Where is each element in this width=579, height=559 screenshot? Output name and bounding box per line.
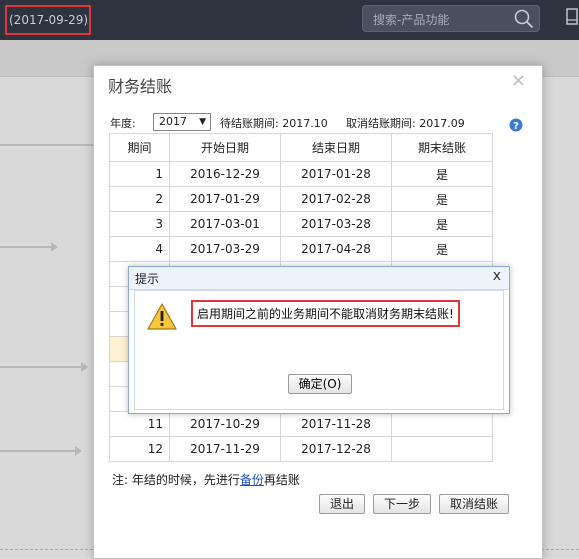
cell-start: 2016-12-29 <box>169 161 281 187</box>
cell-closed: 是 <box>391 186 493 212</box>
close-icon[interactable]: × <box>511 70 526 91</box>
search-icon[interactable] <box>514 9 534 32</box>
cell-closed: 是 <box>391 161 493 187</box>
device-icon[interactable] <box>566 8 578 33</box>
note-suffix: 再结账 <box>263 473 300 487</box>
cell-period: 3 <box>109 211 170 237</box>
col-header-end: 结束日期 <box>280 133 392 162</box>
cell-end: 2017-04-28 <box>280 236 392 262</box>
cell-end: 2017-12-28 <box>280 436 392 462</box>
current-date-text: (2017-09-29) <box>5 5 91 35</box>
cell-start: 2017-01-29 <box>169 186 281 212</box>
cell-period: 11 <box>109 411 170 437</box>
cell-start: 2017-03-29 <box>169 236 281 262</box>
table-row[interactable]: 11 2017-10-29 2017-11-28 <box>109 411 493 437</box>
alert-body: 启用期间之前的业务期间不能取消财务期末结账! 确定(O) <box>134 290 504 410</box>
cell-start: 2017-03-01 <box>169 211 281 237</box>
alert-dialog: 提示 x 启用期间之前的业务期间不能取消财务期末结账! 确定(O) <box>128 266 510 414</box>
year-value: 2017 <box>159 115 187 128</box>
cell-end: 2017-03-28 <box>280 211 392 237</box>
cell-closed: 是 <box>391 211 493 237</box>
dialog-title: 财务结账 <box>108 77 173 96</box>
note-prefix: 注: 年结的时候，先进行 <box>112 473 240 487</box>
table-header-row: 期间 开始日期 结束日期 期末结账 <box>109 133 493 162</box>
cell-end: 2017-02-28 <box>280 186 392 212</box>
table-row[interactable]: 4 2017-03-29 2017-04-28 是 <box>109 236 493 262</box>
alert-message: 启用期间之前的业务期间不能取消财务期末结账! <box>191 300 460 327</box>
col-header-closed: 期末结账 <box>391 133 493 162</box>
col-header-start: 开始日期 <box>169 133 281 162</box>
search-input[interactable] <box>371 9 515 30</box>
backup-link[interactable]: 备份 <box>240 473 264 487</box>
cell-closed <box>391 411 493 437</box>
backup-note: 注: 年结的时候，先进行备份再结账 <box>112 471 300 488</box>
alert-header: 提示 x <box>129 267 509 290</box>
cancel-period: 取消结账期间: 2017.09 <box>346 117 465 130</box>
cell-period: 4 <box>109 236 170 262</box>
cell-closed: 是 <box>391 236 493 262</box>
chevron-down-icon: ▼ <box>199 117 206 127</box>
warning-icon <box>147 303 177 333</box>
cell-period: 1 <box>109 161 170 187</box>
svg-text:?: ? <box>513 121 519 132</box>
help-icon[interactable]: ? <box>509 118 523 135</box>
top-bar: (2017-09-29) <box>0 0 579 40</box>
table-row[interactable]: 1 2016-12-29 2017-01-28 是 <box>109 161 493 187</box>
flow-arrow <box>0 362 88 372</box>
pending-period: 待结账期间: 2017.10 <box>220 117 328 130</box>
cell-period: 2 <box>109 186 170 212</box>
table-row[interactable]: 12 2017-11-29 2017-12-28 <box>109 436 493 462</box>
ok-button[interactable]: 确定(O) <box>288 374 352 394</box>
table-row[interactable]: 3 2017-03-01 2017-03-28 是 <box>109 211 493 237</box>
flow-arrow <box>0 242 58 252</box>
close-icon[interactable]: x <box>493 268 501 284</box>
search-box[interactable] <box>362 5 540 32</box>
cell-start: 2017-11-29 <box>169 436 281 462</box>
year-row: 年度: 2017 ▼ 待结账期间: 2017.10 取消结账期间: 2017.0… <box>110 113 530 133</box>
cell-period: 12 <box>109 436 170 462</box>
next-step-button[interactable]: 下一步 <box>373 494 431 514</box>
exit-button[interactable]: 退出 <box>319 494 365 514</box>
year-label: 年度: <box>110 117 136 130</box>
cell-closed <box>391 436 493 462</box>
flow-arrow <box>0 140 106 150</box>
table-row[interactable]: 2 2017-01-29 2017-02-28 是 <box>109 186 493 212</box>
cell-end: 2017-01-28 <box>280 161 392 187</box>
cell-start: 2017-10-29 <box>169 411 281 437</box>
year-select[interactable]: 2017 ▼ <box>153 113 211 131</box>
flow-arrow <box>0 446 82 456</box>
alert-title: 提示 <box>135 272 160 286</box>
col-header-period: 期间 <box>109 133 170 162</box>
cell-end: 2017-11-28 <box>280 411 392 437</box>
cancel-close-button[interactable]: 取消结账 <box>439 494 509 514</box>
